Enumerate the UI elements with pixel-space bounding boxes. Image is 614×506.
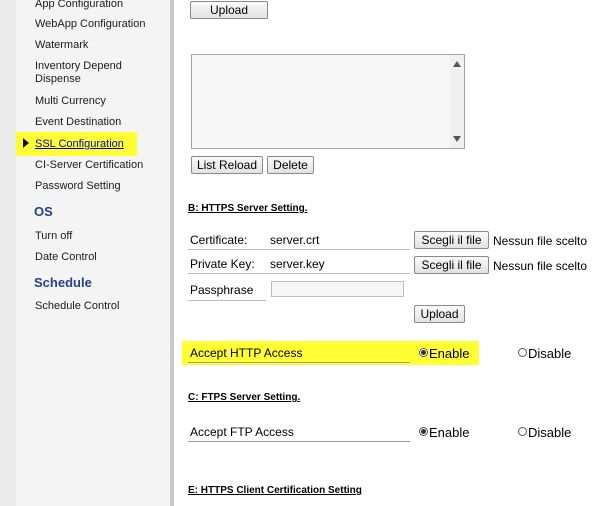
accept-ftp-underline bbox=[188, 441, 410, 442]
accept-http-enable-label[interactable]: Enable bbox=[429, 346, 469, 361]
https-upload-button[interactable]: Upload bbox=[414, 305, 465, 323]
certificate-choose-file-button[interactable]: Scegli il file bbox=[414, 231, 489, 249]
certificate-value: server.crt bbox=[270, 233, 320, 247]
certificate-underline bbox=[188, 249, 410, 250]
arrow-right-icon bbox=[23, 138, 29, 148]
accept-http-underline bbox=[188, 362, 410, 363]
sidebar-header-schedule: Schedule bbox=[34, 275, 92, 290]
private-key-label: Private Key: bbox=[190, 257, 255, 271]
certificate-listbox[interactable] bbox=[191, 54, 465, 149]
sidebar-item-ci-server-certification[interactable]: CI-Server Certification bbox=[35, 159, 143, 172]
sidebar-item-turn-off[interactable]: Turn off bbox=[35, 230, 72, 243]
sidebar-item-date-control[interactable]: Date Control bbox=[35, 251, 97, 264]
sidebar-item-app-configuration[interactable]: App Configuration bbox=[35, 0, 123, 11]
listbox-scrollbar[interactable] bbox=[450, 55, 464, 148]
accept-ftp-label: Accept FTP Access bbox=[190, 425, 294, 439]
private-key-choose-file-button[interactable]: Scegli il file bbox=[414, 256, 489, 274]
passphrase-label: Passphrase bbox=[190, 283, 254, 297]
scroll-down-icon[interactable] bbox=[453, 136, 461, 142]
https-client-section-title: E: HTTPS Client Certification Setting bbox=[188, 485, 362, 496]
accept-http-enable-radio[interactable] bbox=[419, 348, 428, 357]
scroll-up-icon[interactable] bbox=[453, 61, 461, 67]
accept-http-disable-radio[interactable] bbox=[518, 348, 527, 357]
private-key-value: server.key bbox=[270, 257, 325, 271]
accept-http-label: Accept HTTP Access bbox=[190, 346, 303, 360]
accept-ftp-disable-label[interactable]: Disable bbox=[528, 425, 571, 440]
sidebar-header-os: OS bbox=[34, 204, 53, 219]
accept-http-disable-label[interactable]: Disable bbox=[528, 346, 571, 361]
certificate-file-status: Nessun file scelto bbox=[493, 234, 588, 248]
sidebar-item-schedule-control[interactable]: Schedule Control bbox=[35, 300, 119, 313]
sidebar-item-watermark[interactable]: Watermark bbox=[35, 39, 88, 52]
sidebar-item-inventory-depend-dispense[interactable]: Inventory Depend Dispense bbox=[35, 60, 145, 86]
sidebar: App Configuration WebApp Configuration W… bbox=[16, 0, 174, 506]
sidebar-item-multi-currency[interactable]: Multi Currency bbox=[35, 95, 106, 108]
passphrase-underline bbox=[188, 300, 266, 301]
accept-ftp-disable-radio[interactable] bbox=[518, 427, 527, 436]
https-server-section-title: B: HTTPS Server Setting. bbox=[188, 203, 308, 214]
accept-ftp-enable-radio[interactable] bbox=[419, 427, 428, 436]
certificate-label: Certificate: bbox=[190, 233, 248, 247]
left-strip bbox=[0, 0, 16, 506]
sidebar-item-ssl-configuration[interactable]: SSL Configuration bbox=[35, 138, 124, 151]
passphrase-input[interactable] bbox=[271, 281, 404, 297]
sidebar-item-event-destination[interactable]: Event Destination bbox=[35, 116, 121, 129]
delete-button[interactable]: Delete bbox=[267, 156, 314, 174]
ftps-server-section-title: C: FTPS Server Setting. bbox=[188, 392, 301, 403]
list-reload-button[interactable]: List Reload bbox=[191, 156, 263, 174]
upload-button[interactable]: Upload bbox=[190, 1, 268, 19]
sidebar-item-password-setting[interactable]: Password Setting bbox=[35, 180, 121, 193]
sidebar-item-webapp-configuration[interactable]: WebApp Configuration bbox=[35, 18, 145, 31]
private-key-file-status: Nessun file scelto bbox=[493, 259, 588, 273]
accept-ftp-enable-label[interactable]: Enable bbox=[429, 425, 469, 440]
private-key-underline bbox=[188, 273, 410, 274]
